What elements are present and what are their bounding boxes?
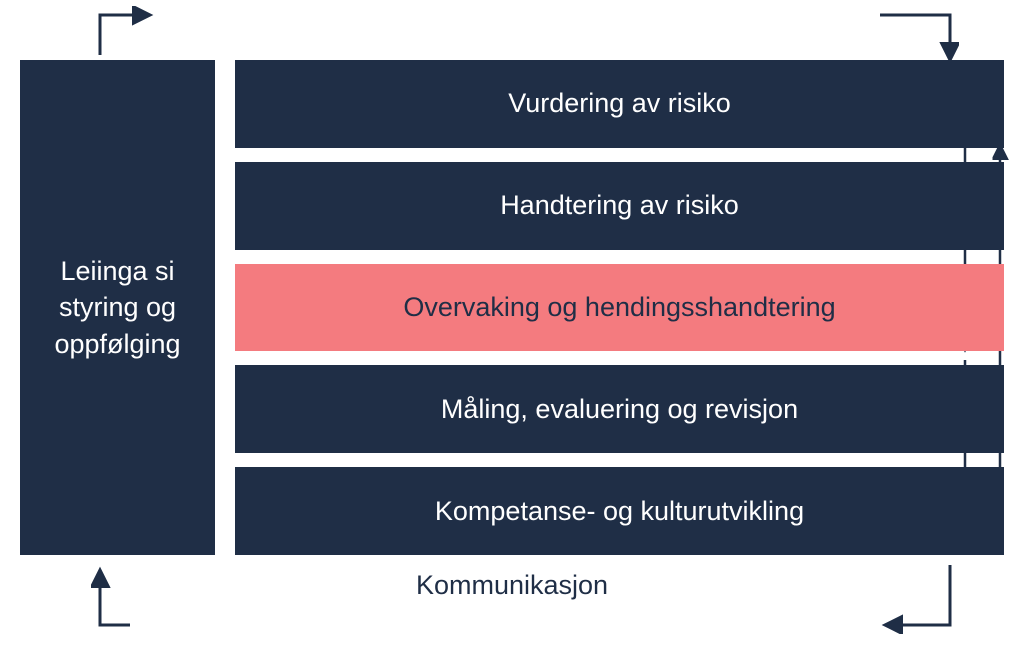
step-label: Måling, evaluering og revisjon bbox=[441, 394, 798, 425]
step-label: Kompetanse- og kulturutvikling bbox=[435, 496, 804, 527]
steps-column: Vurdering av risiko Handtering av risiko… bbox=[235, 60, 1004, 555]
left-block-label: Leiinga si styring og oppfølging bbox=[30, 253, 205, 362]
bottom-label: Kommunikasjon bbox=[20, 570, 1004, 601]
step-box-3-highlighted: Overvaking og hendingsshandtering bbox=[235, 264, 1004, 352]
diagram-container: Leiinga si styring og oppfølging Vurderi… bbox=[20, 60, 1004, 595]
step-label: Vurdering av risiko bbox=[508, 88, 731, 119]
step-box-2: Handtering av risiko bbox=[235, 162, 1004, 250]
step-box-1: Vurdering av risiko bbox=[235, 60, 1004, 148]
step-label: Handtering av risiko bbox=[500, 190, 739, 221]
main-area: Leiinga si styring og oppfølging Vurderi… bbox=[20, 60, 1004, 555]
arrow-top-left bbox=[60, 5, 160, 55]
step-box-5: Kompetanse- og kulturutvikling bbox=[235, 467, 1004, 555]
left-management-block: Leiinga si styring og oppfølging bbox=[20, 60, 215, 555]
step-box-4: Måling, evaluering og revisjon bbox=[235, 365, 1004, 453]
communication-label: Kommunikasjon bbox=[416, 570, 608, 600]
step-label: Overvaking og hendingsshandtering bbox=[403, 292, 835, 323]
